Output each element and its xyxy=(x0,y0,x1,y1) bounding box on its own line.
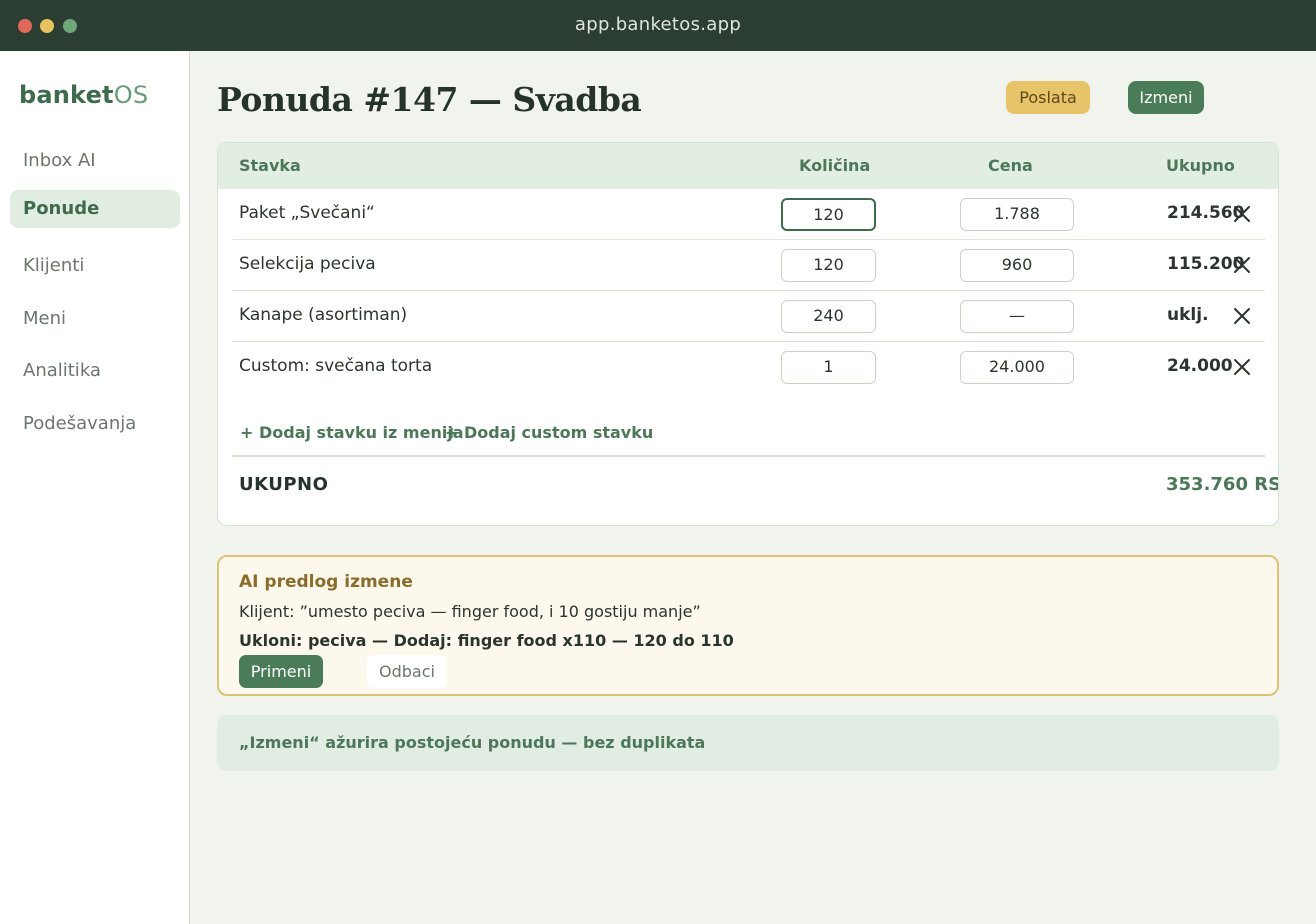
row-total: uklj. xyxy=(1167,305,1209,325)
client-quote: Klijent: ”umesto peciva — finger food, i… xyxy=(239,602,701,621)
summary-total: 353.760 RSD xyxy=(1166,474,1278,495)
apply-button[interactable]: Primeni xyxy=(239,655,323,688)
item-name: Custom: svečana torta xyxy=(239,356,433,376)
column-header-kolicina: Količina xyxy=(799,156,871,175)
quantity-input[interactable]: 240 xyxy=(781,300,876,333)
sidebar-item-inbox-ai[interactable]: Inbox AI xyxy=(10,142,180,180)
price-input[interactable]: 960 xyxy=(960,249,1074,282)
quantity-input[interactable]: 1 xyxy=(781,351,876,384)
logo-suffix: OS xyxy=(113,81,149,109)
ai-suggestion-title: AI predlog izmene xyxy=(239,572,413,592)
edit-button[interactable]: Izmeni xyxy=(1128,81,1204,114)
suggested-change: Ukloni: peciva — Dodaj: finger food x110… xyxy=(239,631,734,650)
table-row: Kanape (asortiman) 240 — uklj. xyxy=(232,291,1265,342)
item-name: Kanape (asortiman) xyxy=(239,305,408,325)
column-header-ukupno: Ukupno xyxy=(1166,156,1235,175)
add-menu-item-link[interactable]: + Dodaj stavku iz menija xyxy=(240,423,464,442)
info-note-text: „Izmeni“ ažurira postojeću ponudu — bez … xyxy=(239,733,706,752)
sidebar-item-klijenti[interactable]: Klijenti xyxy=(10,247,180,285)
sidebar-item-podesavanja[interactable]: Podešavanja xyxy=(10,405,180,443)
address-url: app.banketos.app xyxy=(574,14,742,35)
sidebar-item-meni[interactable]: Meni xyxy=(10,300,180,338)
offer-items-card: Stavka Količina Cena Ukupno Paket „Sveča… xyxy=(217,142,1279,526)
ai-suggestion-card: AI predlog izmene Klijent: ”umesto peciv… xyxy=(217,555,1279,696)
quantity-input[interactable]: 120 xyxy=(781,249,876,282)
remove-row-icon[interactable] xyxy=(1233,358,1251,376)
row-total: 24.000 xyxy=(1167,356,1233,376)
add-custom-item-link[interactable]: + Dodaj custom stavku xyxy=(445,423,653,442)
table-row: Selekcija peciva 120 960 115.200 xyxy=(232,240,1265,291)
quantity-input[interactable]: 120 xyxy=(781,198,876,231)
price-input[interactable]: — xyxy=(960,300,1074,333)
reject-button[interactable]: Odbaci xyxy=(367,655,447,688)
column-header-cena: Cena xyxy=(988,156,1033,175)
info-note: „Izmeni“ ažurira postojeću ponudu — bez … xyxy=(217,715,1279,771)
sidebar-item-ponude[interactable]: Ponude xyxy=(10,190,180,228)
page-title: Ponuda #147 — Svadba xyxy=(217,80,642,119)
remove-row-icon[interactable] xyxy=(1233,307,1251,325)
sidebar-item-analitika[interactable]: Analitika xyxy=(10,352,180,390)
price-input[interactable]: 1.788 xyxy=(960,198,1074,231)
sidebar: banketOS Inbox AI Ponude Klijenti Meni A… xyxy=(0,51,190,924)
remove-row-icon[interactable] xyxy=(1233,256,1251,274)
table-row: Paket „Svečani“ 120 1.788 214.560 xyxy=(232,189,1265,240)
remove-row-icon[interactable] xyxy=(1233,205,1251,223)
item-name: Paket „Svečani“ xyxy=(239,203,375,223)
table-row: Custom: svečana torta 1 24.000 24.000 xyxy=(232,342,1265,393)
item-name: Selekcija peciva xyxy=(239,254,376,274)
status-badge: Poslata xyxy=(1006,81,1090,114)
price-input[interactable]: 24.000 xyxy=(960,351,1074,384)
column-header-stavka: Stavka xyxy=(239,156,301,175)
summary-divider xyxy=(232,455,1265,457)
app-logo[interactable]: banketOS xyxy=(19,81,148,109)
table-header: Stavka Količina Cena Ukupno xyxy=(218,143,1278,189)
window-titlebar: app.banketos.app xyxy=(0,0,1316,51)
logo-main: banket xyxy=(19,81,114,109)
summary-label: UKUPNO xyxy=(239,474,329,495)
